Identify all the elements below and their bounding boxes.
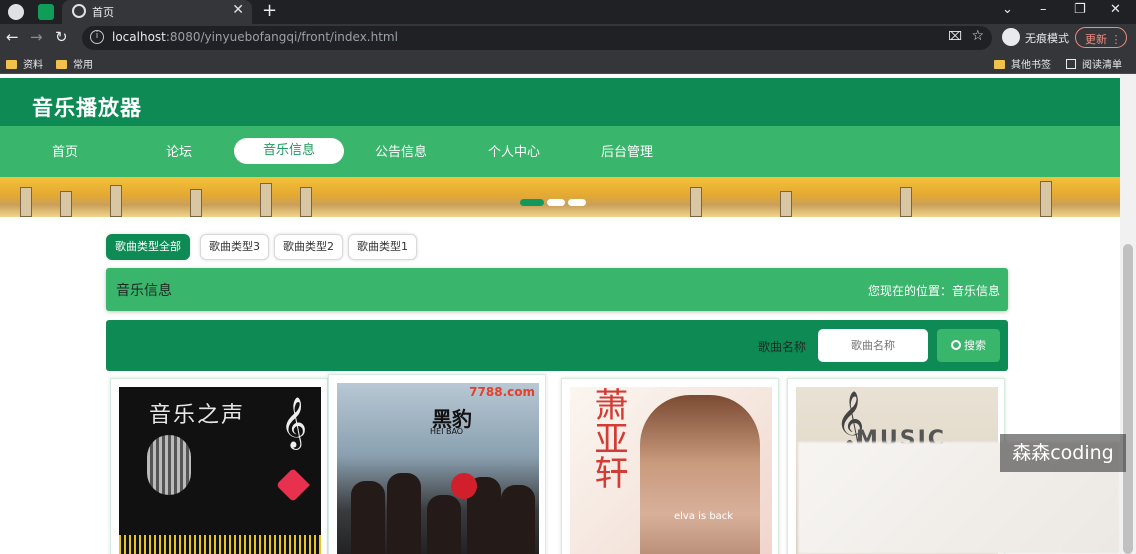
album-cover[interactable]: 7788.com 黑豹 HEI BAO (337, 383, 539, 554)
tab-title: 首页 (92, 6, 114, 19)
main-nav: 首页 论坛 音乐信息 公告信息 个人中心 后台管理 (0, 126, 1120, 177)
translate-icon[interactable]: ⌧ (948, 29, 962, 43)
banner-fence-post (190, 189, 202, 217)
url-host: localhost (112, 30, 166, 44)
browser-logo-icon[interactable] (8, 4, 24, 20)
reading-list[interactable]: 阅读清单 (1066, 56, 1122, 71)
scrollbar-thumb[interactable] (1123, 244, 1133, 554)
banner-fence-post (110, 185, 122, 217)
nav-item-announcements[interactable]: 公告信息 (346, 140, 456, 166)
music-card[interactable]: 音乐之声 𝄞 (110, 378, 328, 554)
microphone-icon (147, 435, 191, 495)
cover-artist-name: 萧亚轩 (588, 387, 628, 489)
category-3-button[interactable]: 歌曲类型3 (200, 234, 269, 260)
active-tab[interactable]: 首页 ✕ (62, 0, 252, 24)
close-tab-icon[interactable]: ✕ (232, 2, 244, 18)
breadcrumb: 您现在的位置：音乐信息 (867, 284, 1000, 298)
address-bar-row: ← → ↻ i localhost:8080/yinyuebofangqi/fr… (0, 24, 1136, 52)
sound-wave (119, 535, 321, 554)
nav-item-forum[interactable]: 论坛 (124, 140, 234, 166)
web-page: 音乐播放器 首页 论坛 音乐信息 公告信息 个人中心 后台管理 歌曲类型全部 歌… (0, 74, 1136, 554)
folder-icon (994, 60, 1005, 69)
site-info-icon[interactable]: i (90, 30, 104, 44)
tab-search-icon[interactable]: ⌄ (1002, 2, 1013, 17)
banner-fence-post (900, 187, 912, 217)
album-cover[interactable]: 音乐之声 𝄞 (119, 387, 321, 554)
cover-title: 音乐之声 (149, 403, 246, 428)
url-field[interactable]: i localhost:8080/yinyuebofangqi/front/in… (82, 26, 992, 50)
banner-fence-post (780, 191, 792, 217)
url-path: :8080/yinyuebofangqi/front/index.html (165, 30, 398, 44)
pinned-tab-icon[interactable] (38, 4, 54, 20)
cover-tagline: elva is back (674, 511, 734, 522)
folder-icon (6, 60, 17, 69)
category-1-button[interactable]: 歌曲类型1 (348, 234, 417, 260)
bookmark-folder[interactable]: 常用 (56, 56, 93, 71)
banner-fence-post (690, 187, 702, 217)
cover-portrait (640, 395, 760, 554)
banner-fence-post (20, 187, 32, 217)
treble-clef-icon: 𝄞 (280, 397, 307, 448)
forward-icon[interactable]: → (30, 28, 43, 46)
section-title: 音乐信息 (116, 283, 172, 299)
search-icon (951, 340, 961, 350)
bookmarks-bar: 资料 常用 其他书签 阅读清单 (0, 52, 1136, 74)
folder-icon (56, 60, 67, 69)
category-2-button[interactable]: 歌曲类型2 (274, 234, 343, 260)
bookmark-folder[interactable]: 资料 (6, 56, 43, 71)
incognito-icon[interactable] (1002, 28, 1020, 46)
search-label: 歌曲名称 (758, 340, 807, 354)
cover-watermark: 7788.com (469, 385, 535, 399)
update-button[interactable]: 更新 ⋮ (1075, 27, 1127, 48)
section-title-bar: 音乐信息 您现在的位置：音乐信息 (106, 268, 1008, 311)
other-bookmarks[interactable]: 其他书签 (994, 56, 1051, 71)
carousel-dot[interactable] (547, 199, 565, 206)
carousel-banner[interactable] (0, 177, 1120, 217)
banner-fence-post (260, 183, 272, 217)
url-text: localhost:8080/yinyuebofangqi/front/inde… (112, 30, 398, 44)
category-all-button[interactable]: 歌曲类型全部 (106, 234, 190, 260)
music-card[interactable]: 7788.com 黑豹 HEI BAO (328, 374, 546, 554)
mouse-cursor-highlight (451, 473, 477, 499)
video-watermark: 森森coding (1000, 434, 1126, 472)
nav-item-music-info[interactable]: 音乐信息 (234, 138, 344, 164)
site-title: 音乐播放器 (32, 96, 142, 120)
band-member (501, 485, 535, 554)
update-label: 更新 (1085, 33, 1107, 46)
close-window-icon[interactable]: ✕ (1110, 2, 1121, 17)
cover-band-sub: HEI BAO (430, 427, 464, 436)
search-input[interactable] (818, 329, 928, 362)
heart-icon (276, 468, 310, 502)
carousel-indicators (520, 191, 589, 210)
nav-item-admin[interactable]: 后台管理 (572, 140, 682, 166)
back-icon[interactable]: ← (6, 28, 19, 46)
banner-fence-post (60, 191, 72, 217)
minimize-icon[interactable]: – (1040, 2, 1047, 17)
reload-icon[interactable]: ↻ (55, 28, 68, 46)
globe-icon (72, 4, 86, 18)
banner-fence-post (1040, 181, 1052, 217)
band-member (387, 473, 421, 554)
new-tab-button[interactable]: + (262, 0, 277, 21)
bookmark-star-icon[interactable]: ☆ (971, 28, 984, 44)
browser-tab-bar: 首页 ✕ + ⌄ – ❐ ✕ (0, 0, 1136, 24)
nav-item-profile[interactable]: 个人中心 (459, 140, 569, 166)
restore-icon[interactable]: ❐ (1074, 2, 1086, 17)
page-scrollbar[interactable] (1120, 74, 1136, 554)
search-bar: 歌曲名称 搜索 (106, 320, 1008, 371)
search-button-label: 搜索 (964, 339, 986, 352)
reading-list-icon (1066, 59, 1076, 69)
search-button[interactable]: 搜索 (937, 329, 1000, 362)
album-cover[interactable]: 萧亚轩 elva is back (570, 387, 772, 554)
site-header: 音乐播放器 (0, 78, 1120, 126)
music-card[interactable]: 萧亚轩 elva is back (561, 378, 779, 554)
band-member (351, 481, 385, 554)
nav-item-home[interactable]: 首页 (10, 140, 120, 166)
carousel-dot[interactable] (568, 199, 586, 206)
banner-fence-post (300, 187, 312, 217)
incognito-label: 无痕模式 (1025, 32, 1069, 45)
band-member (427, 495, 461, 554)
carousel-dot[interactable] (520, 199, 544, 206)
